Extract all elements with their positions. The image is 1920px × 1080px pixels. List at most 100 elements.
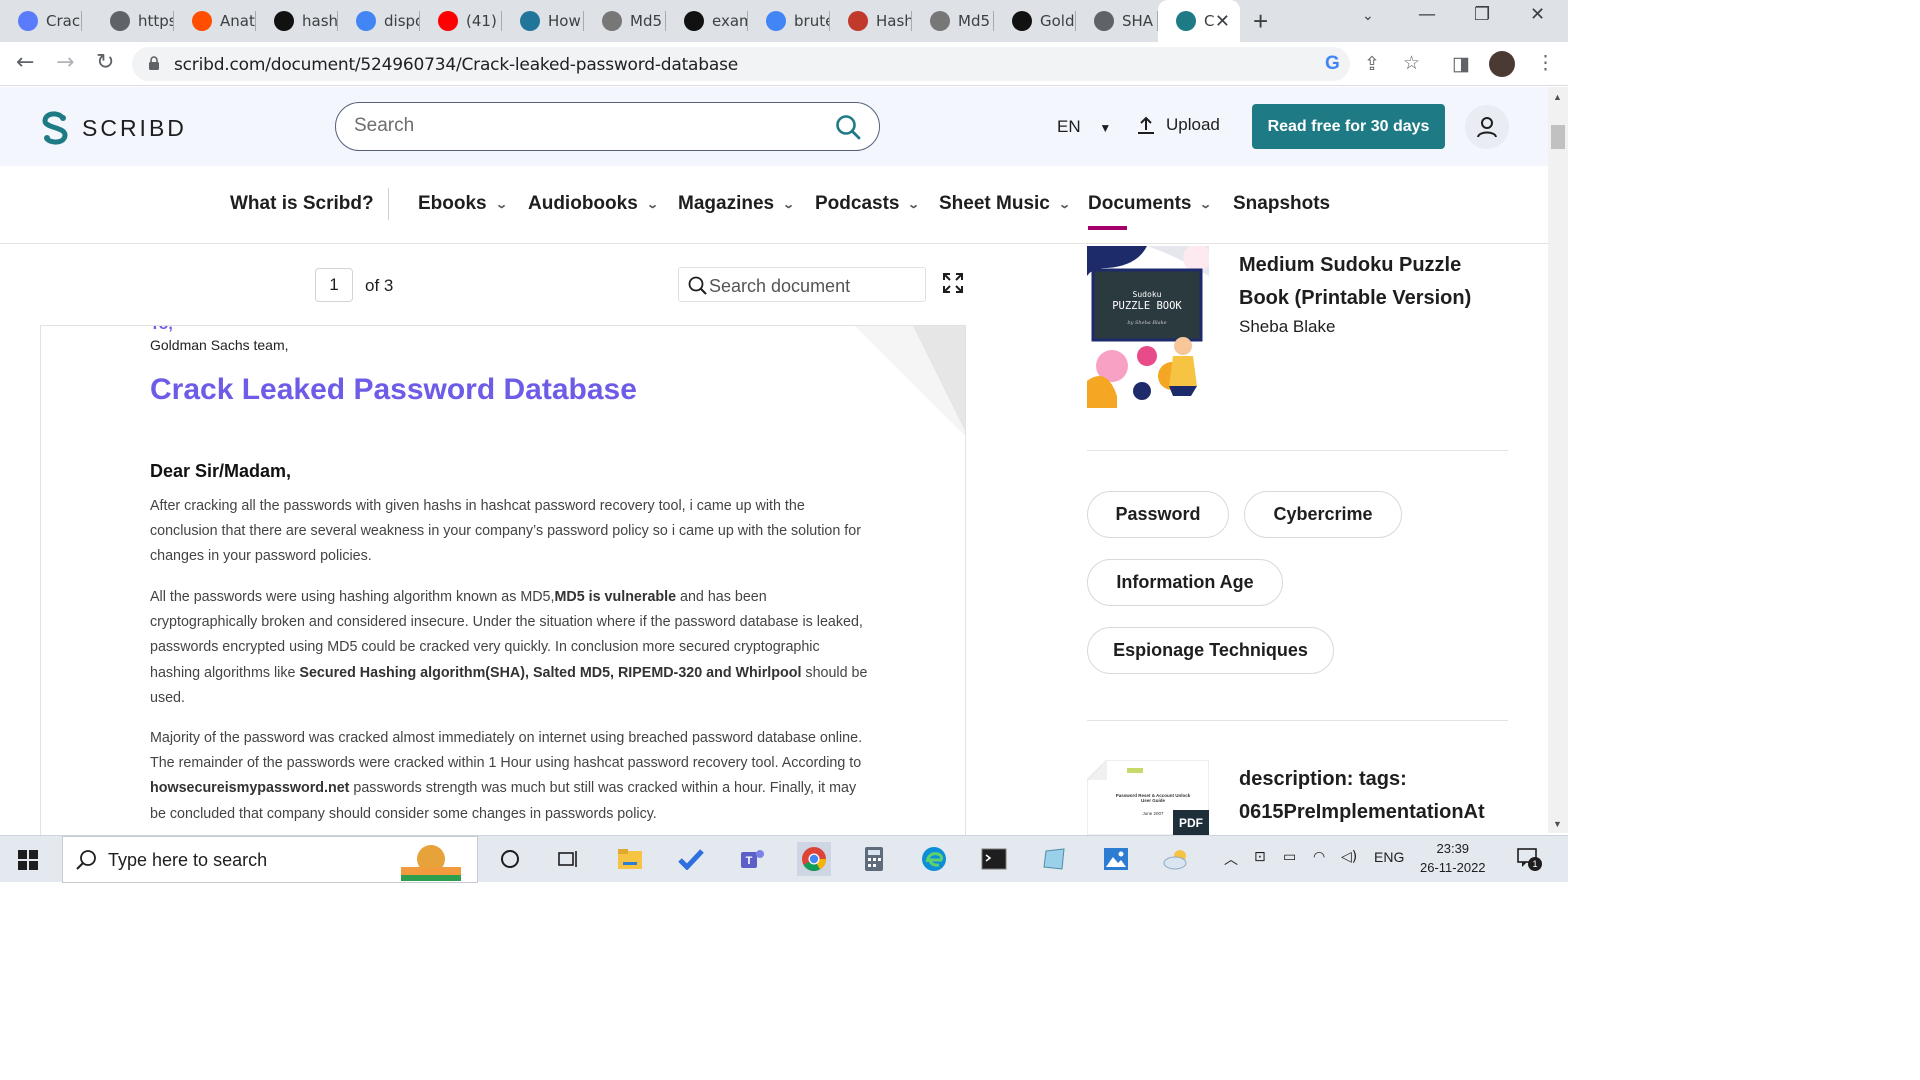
nav-ebooks[interactable]: Ebooks ⌄ [418, 193, 508, 215]
browser-tab[interactable]: SHA [1076, 0, 1158, 42]
nav-magazines[interactable]: Magazines ⌄ [678, 193, 795, 215]
scribd-logo-icon [42, 111, 68, 145]
nav-audiobooks[interactable]: Audiobooks ⌄ [528, 193, 659, 215]
browser-tab[interactable]: How [502, 0, 584, 42]
browser-tab[interactable]: https [92, 0, 174, 42]
input-language[interactable]: ENG [1374, 849, 1404, 865]
site-search-input[interactable] [354, 115, 824, 137]
back-icon[interactable]: ← [16, 50, 34, 75]
document-title-link[interactable]: description: tags: 0615PreImplementation… [1239, 763, 1485, 829]
minimize-icon[interactable]: — [1418, 4, 1436, 25]
tab-title: Gold [1040, 12, 1075, 30]
taskbar-search[interactable]: Type here to search [62, 836, 478, 883]
window-close-icon[interactable]: ✕ [1530, 4, 1545, 25]
nav-documents[interactable]: Documents ⌄ [1088, 193, 1213, 215]
nav-what-is-scribd[interactable]: What is Scribd? [230, 193, 374, 215]
book-cover[interactable]: Sudoku PUZZLE BOOK by Sheba Blake [1087, 246, 1209, 408]
browser-tab[interactable]: Crack [0, 0, 82, 42]
profile-avatar[interactable] [1489, 51, 1515, 77]
tray-overflow-icon[interactable]: ︿ [1224, 849, 1238, 869]
maximize-icon[interactable]: ❐ [1474, 4, 1490, 25]
browser-tab[interactable]: brute [748, 0, 830, 42]
url-text[interactable]: scribd.com/document/524960734/Crack-leak… [174, 55, 738, 75]
browser-tab[interactable]: Hash [830, 0, 912, 42]
terminal-icon[interactable] [979, 844, 1009, 874]
document-title: Crack Leaked Password Database [150, 373, 637, 406]
ars-tab-icon [192, 11, 212, 31]
scroll-down-icon[interactable]: ▼ [1553, 819, 1562, 829]
reload-icon[interactable]: ↻ [96, 50, 114, 75]
notification-center[interactable]: 1 [1517, 848, 1542, 871]
battery-icon[interactable]: ▭ [1283, 849, 1296, 865]
page-number-input[interactable]: 1 [315, 268, 353, 302]
document-search-input[interactable] [709, 276, 919, 297]
book-author[interactable]: Sheba Blake [1239, 317, 1335, 337]
browser-tab[interactable]: Md5 [912, 0, 994, 42]
document-title-line: 0615PreImplementationAt [1239, 801, 1485, 823]
wifi-icon[interactable]: ◠ [1313, 849, 1325, 865]
tab-close-icon[interactable]: ✕ [1215, 11, 1230, 32]
browser-tab[interactable]: Md5 [584, 0, 666, 42]
tab-search-icon[interactable]: ⌄ [1362, 8, 1374, 24]
google-tab-icon [356, 11, 376, 31]
browser-tab[interactable]: Anat [174, 0, 256, 42]
browser-tab[interactable]: exam [666, 0, 748, 42]
tag-password[interactable]: Password [1087, 491, 1229, 538]
tag-espionage-techniques[interactable]: Espionage Techniques [1087, 627, 1334, 674]
notes-app-icon[interactable] [1040, 844, 1070, 874]
search-icon[interactable] [835, 114, 861, 140]
account-button[interactable] [1465, 105, 1509, 149]
calculator-icon[interactable] [859, 844, 889, 874]
side-panel-icon[interactable]: ◨ [1452, 53, 1470, 76]
address-bar[interactable]: scribd.com/document/524960734/Crack-leak… [132, 47, 1350, 81]
document-partial-heading: To, [150, 326, 173, 334]
edge-icon[interactable] [919, 844, 949, 874]
chrome-menu-icon[interactable]: ⋮ [1536, 52, 1555, 75]
document-page[interactable]: To, Goldman Sachs team, Crack Leaked Pas… [40, 325, 966, 835]
share-icon[interactable]: ⇪ [1364, 53, 1380, 76]
nav-snapshots[interactable]: Snapshots [1233, 193, 1330, 215]
bookmark-star-icon[interactable]: ☆ [1403, 52, 1420, 75]
scribd-wordmark: SCRIBD [82, 114, 187, 141]
browser-tab[interactable]: C ✕ [1158, 0, 1240, 42]
tag-cybercrime[interactable]: Cybercrime [1244, 491, 1402, 538]
chrome-taskbar-icon[interactable] [797, 842, 831, 876]
nav-label: Ebooks [418, 193, 487, 214]
weather-icon[interactable] [1162, 844, 1192, 874]
scrollbar-thumb[interactable] [1551, 125, 1565, 149]
volume-icon[interactable]: ◁) [1341, 849, 1357, 865]
browser-tab[interactable]: hash [256, 0, 338, 42]
read-free-button[interactable]: Read free for 30 days [1252, 104, 1445, 149]
search-icon [76, 850, 96, 870]
google-translate-icon[interactable]: G [1325, 53, 1340, 75]
language-selector[interactable]: EN ▼ [1057, 117, 1111, 137]
upload-button[interactable]: Upload [1136, 115, 1220, 135]
document-title-line: description: tags: [1239, 768, 1407, 790]
teams-icon[interactable]: T [737, 844, 767, 874]
photos-icon[interactable] [1101, 844, 1131, 874]
document-thumbnail[interactable]: Password Reset & Account Unlock User Gui… [1087, 760, 1209, 835]
nav-podcasts[interactable]: Podcasts ⌄ [815, 193, 921, 215]
document-search[interactable] [678, 267, 926, 302]
file-explorer-icon[interactable] [615, 844, 645, 874]
cortana-icon[interactable] [495, 844, 525, 874]
clock[interactable]: 23:39 26-11-2022 [1420, 839, 1486, 877]
scribd-logo[interactable]: SCRIBD [40, 111, 187, 145]
windows-start-icon[interactable] [18, 850, 38, 870]
lock-icon[interactable] [148, 56, 160, 70]
book-title[interactable]: Medium Sudoku Puzzle Book (Printable Ver… [1239, 249, 1499, 315]
browser-tab[interactable]: (41) [420, 0, 502, 42]
browser-tab[interactable]: dispo [338, 0, 420, 42]
page-scrollbar[interactable]: ▲ ▼ [1548, 87, 1568, 833]
task-view-icon[interactable] [553, 844, 583, 874]
forward-icon[interactable]: → [56, 50, 74, 75]
scroll-up-icon[interactable]: ▲ [1553, 92, 1562, 102]
tray-app-icon[interactable]: ⊡ [1254, 849, 1266, 865]
nav-sheet-music[interactable]: Sheet Music ⌄ [939, 193, 1071, 215]
new-tab-icon[interactable]: + [1253, 6, 1268, 37]
browser-tab[interactable]: Gold [994, 0, 1076, 42]
tag-information-age[interactable]: Information Age [1087, 559, 1283, 606]
todo-icon[interactable] [676, 844, 706, 874]
site-search[interactable] [335, 102, 880, 151]
fullscreen-icon[interactable] [942, 272, 964, 294]
